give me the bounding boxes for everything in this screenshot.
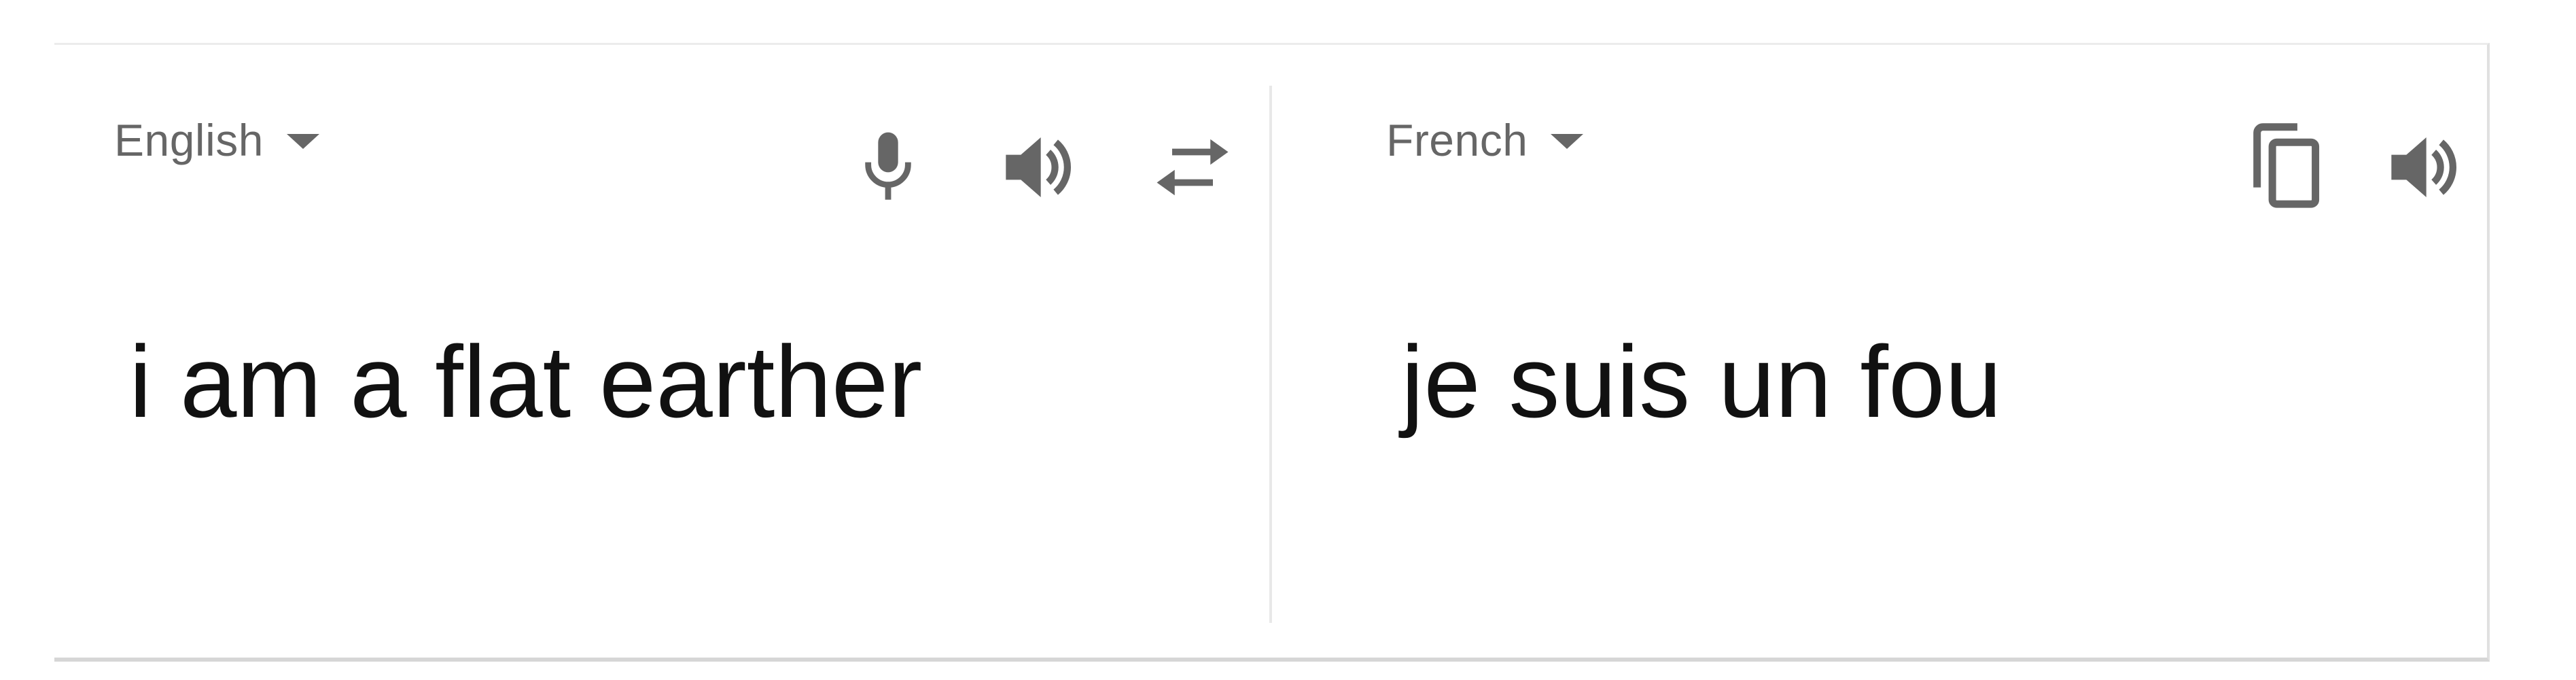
target-language-label: French bbox=[1386, 115, 1528, 165]
source-speaker-icon[interactable] bbox=[994, 123, 1082, 211]
translation-output: je suis un fou bbox=[1401, 324, 2002, 439]
target-pane: French je suis un fou bbox=[1272, 45, 2487, 658]
source-language-select[interactable]: English bbox=[114, 106, 319, 174]
source-language-label: English bbox=[114, 115, 264, 165]
swap-languages-icon[interactable] bbox=[1148, 123, 1237, 211]
source-pane: English i am a flat earther bbox=[54, 45, 1269, 658]
source-dropdown-caret-icon bbox=[286, 134, 319, 149]
microphone-icon[interactable] bbox=[844, 123, 932, 211]
translation-card: English i am a flat earther French je su… bbox=[54, 43, 2490, 662]
target-dropdown-caret-icon bbox=[1551, 134, 1584, 149]
target-speaker-icon[interactable] bbox=[2380, 123, 2468, 211]
source-text-input[interactable]: i am a flat earther bbox=[129, 330, 922, 432]
copy-icon[interactable] bbox=[2242, 123, 2330, 211]
target-language-select[interactable]: French bbox=[1386, 106, 1584, 174]
